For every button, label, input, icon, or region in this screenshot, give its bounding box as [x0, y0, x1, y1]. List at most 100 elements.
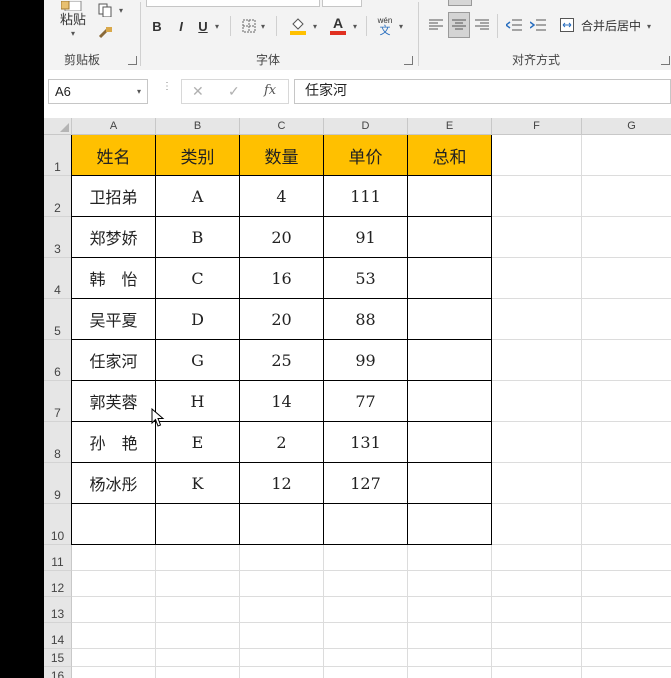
align-launcher-icon[interactable]	[661, 56, 670, 65]
table-cell[interactable]	[408, 299, 492, 340]
row-header-6[interactable]: 6	[44, 340, 72, 381]
column-header-b[interactable]: B	[156, 118, 240, 135]
clipboard-launcher-icon[interactable]	[128, 56, 137, 65]
row-header-5[interactable]: 5	[44, 299, 72, 340]
table-cell[interactable]: 127	[324, 463, 408, 504]
column-header-g[interactable]: G	[582, 118, 671, 135]
table-cell[interactable]: 20	[240, 217, 324, 258]
table-cell[interactable]	[240, 504, 324, 545]
column-header-a[interactable]: A	[72, 118, 156, 135]
font-launcher-icon[interactable]	[404, 56, 413, 65]
table-cell[interactable]: 111	[324, 176, 408, 217]
table-cell[interactable]: 53	[324, 258, 408, 299]
table-cell[interactable]: 任家河	[72, 340, 156, 381]
table-cell[interactable]: 4	[240, 176, 324, 217]
row-header-2[interactable]: 2	[44, 176, 72, 217]
increase-indent-icon[interactable]	[528, 14, 548, 36]
underline-dropdown-icon[interactable]: ▾	[212, 18, 222, 34]
table-cell[interactable]: 孙 艳	[72, 422, 156, 463]
table-cell[interactable]: A	[156, 176, 240, 217]
merge-center-dropdown-icon[interactable]: ▾	[644, 18, 654, 34]
table-cell[interactable]: 韩 怡	[72, 258, 156, 299]
table-header-cell[interactable]: 数量	[240, 135, 324, 176]
font-color-icon[interactable]: A	[328, 14, 348, 36]
column-header-e[interactable]: E	[408, 118, 492, 135]
table-cell[interactable]: 吴平夏	[72, 299, 156, 340]
row-header-4[interactable]: 4	[44, 258, 72, 299]
column-header-f[interactable]: F	[492, 118, 582, 135]
align-left-icon[interactable]	[426, 14, 446, 36]
table-cell[interactable]	[72, 504, 156, 545]
merge-center-button[interactable]: 合并后居中	[578, 14, 644, 36]
table-cell[interactable]	[324, 504, 408, 545]
table-header-cell[interactable]: 单价	[324, 135, 408, 176]
name-box-dropdown-icon[interactable]: ▾	[137, 80, 141, 103]
fill-color-icon[interactable]	[288, 14, 308, 36]
formula-bar-grip-icon[interactable]: ⋮	[162, 82, 172, 99]
table-cell[interactable]: 20	[240, 299, 324, 340]
copy-icon[interactable]	[96, 2, 114, 18]
underline-button[interactable]: U	[194, 16, 212, 36]
table-cell[interactable]: 郭芙蓉	[72, 381, 156, 422]
table-cell[interactable]: C	[156, 258, 240, 299]
paste-button[interactable]: 粘贴	[56, 10, 90, 27]
font-name-box[interactable]	[146, 0, 320, 7]
table-cell[interactable]: D	[156, 299, 240, 340]
paste-dropdown-icon[interactable]: ▾	[68, 28, 78, 38]
table-cell[interactable]	[408, 504, 492, 545]
table-cell[interactable]: 88	[324, 299, 408, 340]
name-box[interactable]: A6 ▾	[48, 79, 148, 104]
row-header-1[interactable]: 1	[44, 135, 72, 176]
border-dropdown-icon[interactable]: ▾	[258, 18, 268, 34]
table-cell[interactable]: 14	[240, 381, 324, 422]
font-size-box[interactable]	[322, 0, 362, 7]
row-header-11[interactable]: 11	[44, 545, 72, 571]
table-cell[interactable]: 131	[324, 422, 408, 463]
row-header-16[interactable]: 16	[44, 667, 72, 678]
border-icon[interactable]	[240, 16, 258, 36]
row-header-12[interactable]: 12	[44, 571, 72, 597]
table-cell[interactable]: 杨冰彤	[72, 463, 156, 504]
row-header-10[interactable]: 10	[44, 504, 72, 545]
column-header-c[interactable]: C	[240, 118, 324, 135]
table-cell[interactable]	[408, 217, 492, 258]
merge-center-icon[interactable]	[558, 14, 576, 36]
column-header-d[interactable]: D	[324, 118, 408, 135]
table-cell[interactable]: 16	[240, 258, 324, 299]
table-cell[interactable]	[408, 422, 492, 463]
italic-button[interactable]: I	[172, 16, 190, 36]
row-header-15[interactable]: 15	[44, 649, 72, 667]
row-header-7[interactable]: 7	[44, 381, 72, 422]
row-header-8[interactable]: 8	[44, 422, 72, 463]
format-painter-icon[interactable]	[96, 24, 114, 42]
table-cell[interactable]: B	[156, 217, 240, 258]
table-cell[interactable]	[408, 340, 492, 381]
table-cell[interactable]: 卫招弟	[72, 176, 156, 217]
row-header-14[interactable]: 14	[44, 623, 72, 649]
table-header-cell[interactable]: 类别	[156, 135, 240, 176]
formula-input[interactable]: 任家河	[294, 79, 671, 104]
table-cell[interactable]: 2	[240, 422, 324, 463]
enter-icon[interactable]: ✓	[228, 83, 240, 100]
table-cell[interactable]: K	[156, 463, 240, 504]
table-cell[interactable]	[156, 504, 240, 545]
table-cell[interactable]	[408, 381, 492, 422]
table-cell[interactable]: 91	[324, 217, 408, 258]
table-header-cell[interactable]: 姓名	[72, 135, 156, 176]
fill-color-dropdown-icon[interactable]: ▾	[310, 18, 320, 34]
table-cell[interactable]	[408, 176, 492, 217]
phonetic-icon[interactable]: wén 文	[374, 14, 396, 38]
table-cell[interactable]	[408, 463, 492, 504]
align-right-icon[interactable]	[472, 14, 492, 36]
cancel-icon[interactable]: ✕	[192, 83, 204, 100]
table-cell[interactable]: 99	[324, 340, 408, 381]
decrease-indent-icon[interactable]	[504, 14, 524, 36]
bold-button[interactable]: B	[148, 16, 166, 36]
table-cell[interactable]: 25	[240, 340, 324, 381]
table-cell[interactable]: E	[156, 422, 240, 463]
copy-dropdown-icon[interactable]: ▾	[116, 4, 126, 16]
align-center-icon[interactable]	[448, 12, 470, 38]
table-header-cell[interactable]: 总和	[408, 135, 492, 176]
row-header-13[interactable]: 13	[44, 597, 72, 623]
table-cell[interactable]: 77	[324, 381, 408, 422]
